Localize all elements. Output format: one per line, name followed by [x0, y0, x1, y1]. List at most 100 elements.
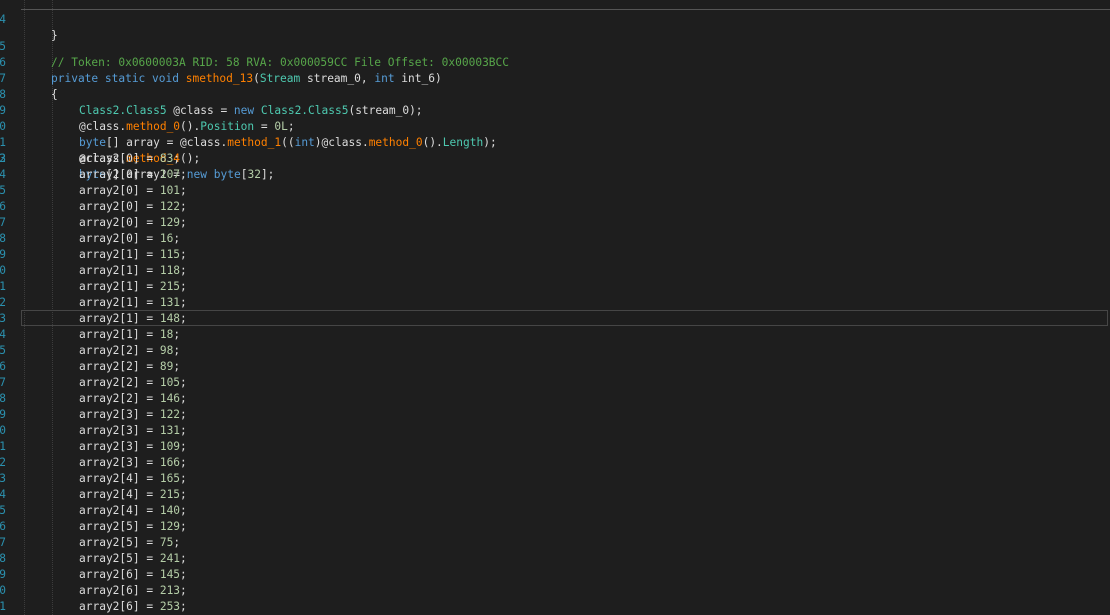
number-literal: 122 — [159, 408, 181, 421]
array-prefix: array2[6] = — [79, 584, 160, 597]
line-number: 8 — [0, 232, 6, 245]
code-line[interactable]: 0 byte[] array = @class.method_1((int)@c… — [0, 103, 1110, 149]
array-prefix: array2[6] = — [79, 568, 160, 581]
number-literal: 215 — [159, 488, 181, 501]
array-assignment-line[interactable]: 6 array2[5] = 129; — [0, 519, 1110, 535]
array-assignment-line[interactable]: 5 array2[4] = 140; — [0, 503, 1110, 519]
semicolon: ; — [173, 360, 181, 373]
array-assignment-line[interactable]: 3 array2[1] = 148; — [0, 311, 1110, 327]
semicolon: ; — [180, 264, 187, 277]
array-assignment-line[interactable]: 4 array2[4] = 215; — [0, 487, 1110, 503]
array-assignment-line[interactable]: 2 array2[1] = 131; — [0, 295, 1110, 311]
semicolon: ; — [173, 152, 181, 165]
number-literal: 89 — [159, 360, 174, 373]
array-assignment-line[interactable]: 6 array2[0] = 122; — [0, 199, 1110, 215]
line-number: 9 — [0, 248, 6, 261]
array-prefix: array2[0] = — [79, 232, 160, 245]
semicolon: ; — [180, 456, 187, 469]
code-line[interactable]: 8 Class2.Class5 @class = new Class2.Clas… — [0, 71, 1110, 117]
array-assignment-line[interactable]: 4 array2[0] = 107; — [0, 167, 1110, 183]
semicolon: ; — [180, 392, 187, 405]
number-literal: 131 — [159, 424, 181, 437]
array-assignment-line[interactable]: 3 array2[0] = 83; — [0, 151, 1110, 167]
code-line[interactable]: 4 } — [0, 0, 1110, 42]
semicolon: ; — [180, 376, 187, 389]
array-assignment-line[interactable]: 9 array2[3] = 122; — [0, 407, 1110, 423]
array-prefix: array2[2] = — [79, 344, 160, 357]
array-assignment-line[interactable]: 0 array2[6] = 213; — [0, 583, 1110, 599]
number-literal: 213 — [159, 584, 181, 597]
array-assignment-line[interactable]: 1 array2[3] = 109; — [0, 439, 1110, 455]
array-assignment-line[interactable]: 1 array2[1] = 215; — [0, 279, 1110, 295]
array-assignment-line[interactable]: 5 array2[0] = 101; — [0, 183, 1110, 199]
code-text: array2[1] = 131; — [79, 295, 187, 311]
line-number: 7 — [0, 536, 6, 549]
semicolon: ; — [180, 568, 187, 581]
array-assignment-line[interactable]: 2 array2[3] = 166; — [0, 455, 1110, 471]
array-assignment-line[interactable]: 0 array2[3] = 131; — [0, 423, 1110, 439]
line-number: 1 — [0, 600, 6, 613]
line-number: 4 — [0, 488, 6, 501]
line-number: 8 — [0, 392, 6, 405]
array-assignment-line[interactable]: 9 array2[1] = 115; — [0, 247, 1110, 263]
line-number: 3 — [0, 312, 6, 325]
line-number: 1 — [0, 440, 6, 453]
array-assignment-line[interactable]: 9 array2[6] = 145; — [0, 567, 1110, 583]
semicolon: ; — [180, 520, 187, 533]
code-text: array2[6] = 253; — [79, 599, 187, 615]
code-text: array2[0] = 101; — [79, 183, 187, 199]
array-assignment-line[interactable]: 0 array2[1] = 118; — [0, 263, 1110, 279]
code-text: array2[1] = 18; — [79, 327, 180, 343]
semicolon: ; — [173, 536, 181, 549]
array-assignment-line[interactable]: 8 array2[0] = 16; — [0, 231, 1110, 247]
array-prefix: array2[5] = — [79, 536, 160, 549]
semicolon: ; — [180, 200, 187, 213]
number-literal: 115 — [159, 248, 181, 261]
array-prefix: array2[3] = — [79, 424, 160, 437]
number-literal: 18 — [159, 328, 174, 341]
line-number: 4 — [0, 168, 6, 181]
array-prefix: array2[3] = — [79, 408, 160, 421]
number-literal: 107 — [159, 168, 181, 181]
code-text: array2[2] = 89; — [79, 359, 180, 375]
code-line[interactable]: 6 private static void smethod_13(Stream … — [0, 39, 1110, 85]
code-text: array2[6] = 145; — [79, 567, 187, 583]
code-editor[interactable]: 4 } 5 // Token: 0x0600003A RID: 58 RVA: … — [0, 0, 1110, 615]
line-number: 0 — [0, 584, 6, 597]
array-assignment-line[interactable]: 3 array2[4] = 165; — [0, 471, 1110, 487]
array-assignment-line[interactable]: 5 array2[2] = 98; — [0, 343, 1110, 359]
code-text: array2[1] = 118; — [79, 263, 187, 279]
number-literal: 146 — [159, 392, 181, 405]
array-prefix: array2[2] = — [79, 360, 160, 373]
semicolon: ; — [180, 424, 187, 437]
semicolon: ; — [180, 600, 187, 613]
semicolon: ; — [180, 184, 187, 197]
array-assignment-line[interactable]: 8 array2[2] = 146; — [0, 391, 1110, 407]
number-literal: 109 — [159, 440, 181, 453]
code-line[interactable]: 5 // Token: 0x0600003A RID: 58 RVA: 0x00… — [0, 23, 1110, 69]
number-literal: 241 — [159, 552, 181, 565]
array-assignment-line[interactable]: 7 array2[5] = 75; — [0, 535, 1110, 551]
semicolon: ; — [180, 440, 187, 453]
code-line[interactable]: 7 { — [0, 55, 1110, 101]
number-literal: 83 — [159, 152, 174, 165]
array-assignment-line[interactable]: 6 array2[2] = 89; — [0, 359, 1110, 375]
array-assignment-line[interactable]: 8 array2[5] = 241; — [0, 551, 1110, 567]
code-text: array2[2] = 146; — [79, 391, 187, 407]
semicolon: ; — [180, 472, 187, 485]
code-text: array2[0] = 122; — [79, 199, 187, 215]
array-prefix: array2[6] = — [79, 600, 160, 613]
array-assignment-line[interactable]: 7 array2[0] = 129; — [0, 215, 1110, 231]
array-assignment-line[interactable]: 7 array2[2] = 105; — [0, 375, 1110, 391]
code-line[interactable]: 1 @class.method_4(); — [0, 119, 1110, 165]
code-line[interactable]: 2 byte[] array2 = new byte[32]; — [0, 135, 1110, 181]
line-number: 0 — [0, 424, 6, 437]
array-prefix: array2[2] = — [79, 392, 160, 405]
array-prefix: array2[0] = — [79, 152, 160, 165]
code-line[interactable]: 9 @class.method_0().Position = 0L; — [0, 87, 1110, 133]
number-literal: 75 — [159, 536, 174, 549]
number-literal: 166 — [159, 456, 181, 469]
array-assignment-line[interactable]: 4 array2[1] = 18; — [0, 327, 1110, 343]
array-assignment-line[interactable]: 1 array2[6] = 253; — [0, 599, 1110, 615]
array-prefix: array2[1] = — [79, 264, 160, 277]
